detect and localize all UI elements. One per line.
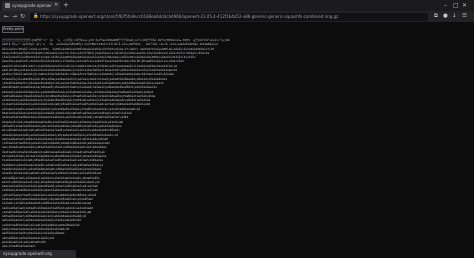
tab-title: synopgrade.openwrt.org — [12, 3, 52, 8]
close-window-icon[interactable]: ✕ — [462, 1, 467, 10]
downloads-icon[interactable]: ↓ — [452, 12, 457, 21]
url-text: https://sysupgrade.openwrt.org/store/5f6… — [40, 14, 339, 19]
close-tab-icon[interactable]: ✕ — [54, 2, 58, 9]
lock-icon: 🔒 — [33, 14, 39, 19]
menu-icon[interactable]: ☰ — [462, 12, 467, 21]
back-arrow-icon[interactable]: ← — [4, 12, 9, 21]
extensions-icon[interactable]: ⧉ — [434, 12, 438, 21]
pretty-print-checkbox[interactable]: Pretty-print — [2, 26, 24, 33]
status-text: sysupgrade.openwrt.org — [3, 251, 52, 256]
navigation-toolbar: ← → ↻ 🔒 https://sysupgrade.openwrt.org/s… — [0, 11, 474, 22]
status-bar: sysupgrade.openwrt.org — [0, 250, 76, 258]
address-bar[interactable]: 🔒 https://sysupgrade.openwrt.org/store/5… — [30, 13, 428, 21]
pretty-print-label: Pretty-print — [3, 27, 23, 31]
raw-file-text:       ì½kØÕ¹?<^ ½ó ¹e¸ ~½î ê´zÒSò÷µ… — [2, 38, 230, 249]
new-tab-button[interactable]: + — [63, 1, 69, 10]
forward-arrow-icon[interactable]: → — [12, 12, 17, 21]
account-icon[interactable]: ● — [443, 12, 448, 21]
maximize-window-icon[interactable]: □ — [453, 1, 459, 10]
active-tab[interactable]: synopgrade.openwrt.org ✕ — [2, 1, 60, 11]
minimize-window-icon[interactable]: – — [444, 1, 447, 10]
favicon-icon — [5, 3, 10, 8]
reload-icon[interactable]: ↻ — [20, 12, 25, 21]
page-content: Pretty-print       ì½kØÕ¹?<^ ½ó ¹e¸ … — [0, 22, 474, 250]
tab-bar: synopgrade.openwrt.org ✕ + – □ ✕ — [0, 0, 474, 11]
